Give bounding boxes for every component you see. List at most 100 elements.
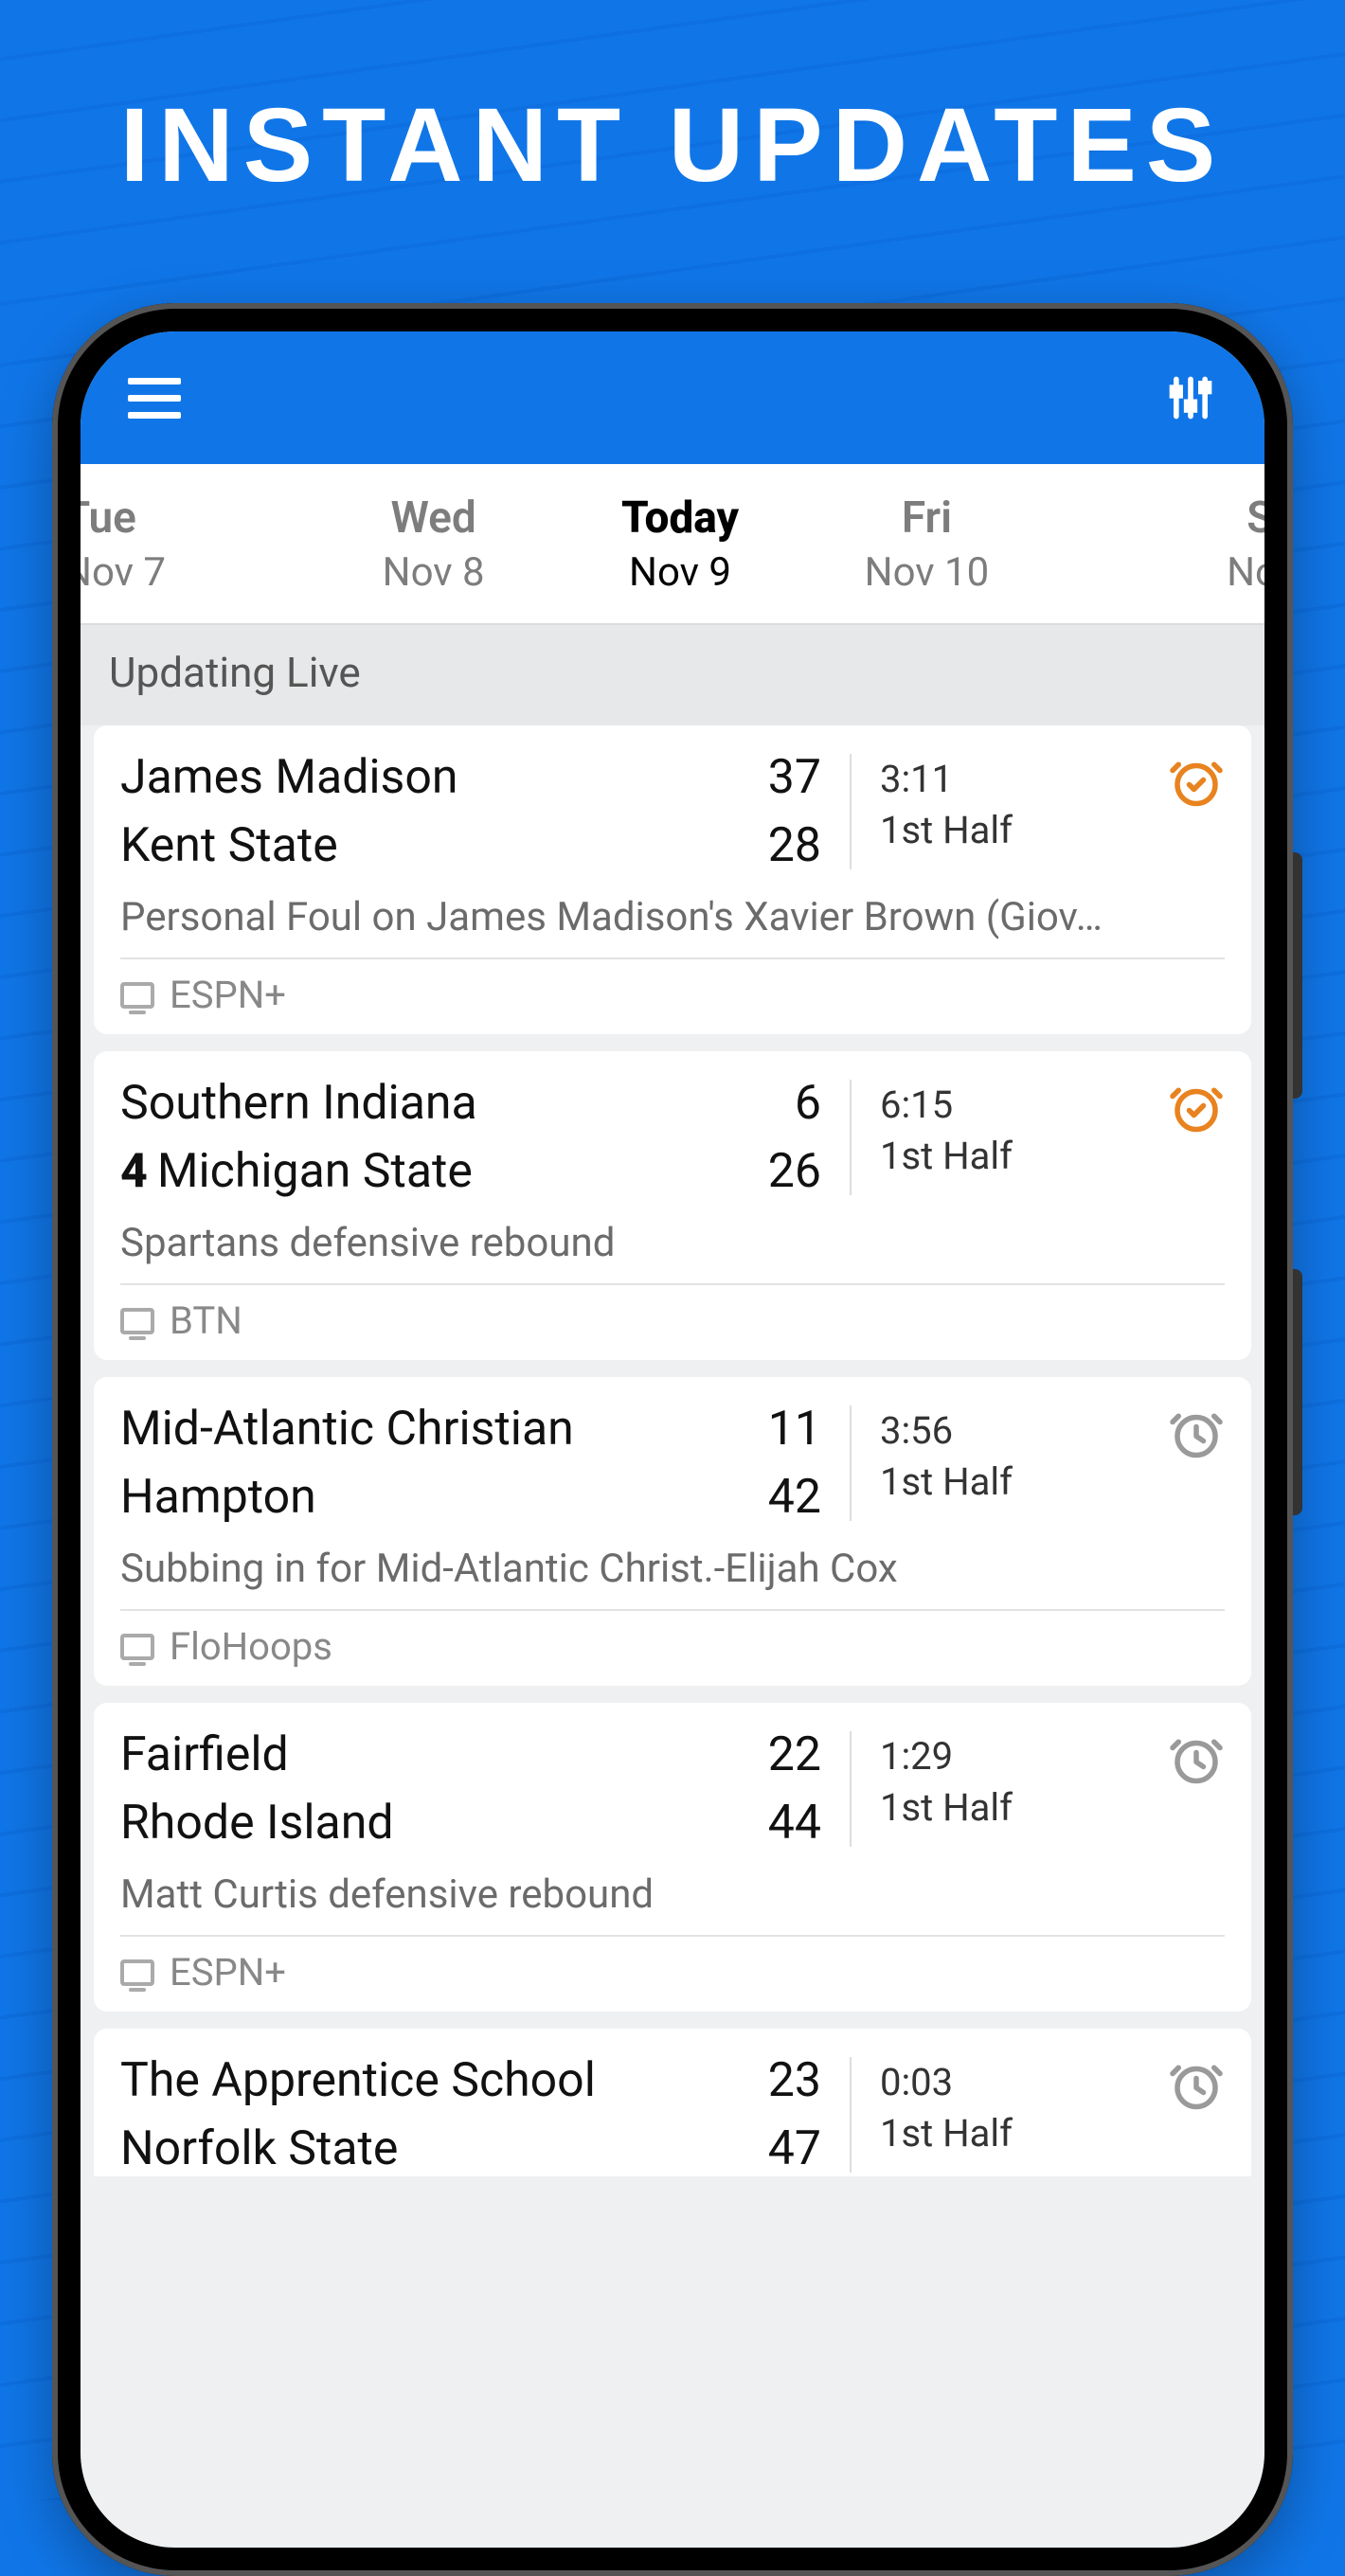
team-score: 28 [768,818,821,873]
play-by-play-text: Subbing in for Mid-Atlantic Christ.-Elij… [120,1546,1225,1592]
network-row: ESPN+ [120,1935,1225,1995]
team-row: James Madison 37 [120,750,821,805]
game-main: Southern Indiana 6 4Michigan State 26 6:… [120,1076,1225,1199]
date-tab[interactable]: Tue Nov 7 [81,464,310,623]
network-label: FloHoops [170,1624,332,1669]
team-row: Southern Indiana 6 [120,1076,821,1131]
teams-column: Southern Indiana 6 4Michigan State 26 [120,1076,821,1199]
team-rank: 4 [120,1144,148,1199]
game-clock: 6:15 1st Half [880,1080,1013,1182]
game-main: Mid-Atlantic Christian 11 Hampton 42 3:5… [120,1402,1225,1525]
date-tab-day: Wed [390,492,475,544]
network-label: ESPN+ [170,1950,286,1995]
game-main: Fairfield 22 Rhode Island 44 1:29 1st Ha… [120,1727,1225,1851]
status-column: 1:29 1st Half [880,1727,1225,1851]
date-tab-day: Sa [1246,492,1264,544]
game-main: The Apprentice School 23 Norfolk State 4… [120,2053,1225,2176]
game-card[interactable]: Mid-Atlantic Christian 11 Hampton 42 3:5… [94,1377,1251,1686]
game-card[interactable]: Southern Indiana 6 4Michigan State 26 6:… [94,1051,1251,1360]
game-clock: 1:29 1st Half [880,1731,1013,1834]
team-row: 4Michigan State 26 [120,1144,821,1199]
network-label: BTN [170,1298,242,1343]
divider [850,1731,852,1847]
promo-title: INSTANT UPDATES [0,0,1345,206]
team-score: 22 [768,1727,821,1782]
team-name: Rhode Island [120,1796,394,1851]
play-by-play-text: Spartans defensive rebound [120,1220,1225,1266]
team-row: Mid-Atlantic Christian 11 [120,1402,821,1457]
team-name: The Apprentice School [120,2053,596,2108]
teams-column: Fairfield 22 Rhode Island 44 [120,1727,821,1851]
filter-icon[interactable] [1164,371,1217,424]
tv-icon [120,1959,154,1986]
team-row: Hampton 42 [120,1470,821,1525]
teams-column: James Madison 37 Kent State 28 [120,750,821,873]
game-clock: 3:11 1st Half [880,754,1013,856]
date-tab-date: Nov 7 [81,549,166,596]
game-card[interactable]: Fairfield 22 Rhode Island 44 1:29 1st Ha… [94,1703,1251,2012]
status-column: 0:03 1st Half [880,2053,1225,2176]
team-name: James Madison [120,750,458,805]
date-tab-day: Tue [81,492,136,544]
date-tabs: Tue Nov 7 Wed Nov 8 TodayNov 9 Fri Nov 10 Sa Nov [81,464,1264,625]
alarm-icon[interactable] [1168,2057,1225,2114]
team-score: 6 [795,1076,821,1131]
alarm-icon[interactable] [1168,1731,1225,1788]
team-score: 42 [768,1470,821,1525]
divider [850,1405,852,1521]
phone-frame: Tue Nov 7 Wed Nov 8 TodayNov 9 Fri Nov 10 Sa Nov… [52,303,1293,2576]
date-tab[interactable]: Fri Nov 10 [803,464,1049,623]
status-column: 3:11 1st Half [880,750,1225,873]
team-name: Norfolk State [120,2121,398,2176]
status-column: 6:15 1st Half [880,1076,1225,1199]
team-row: Rhode Island 44 [120,1796,821,1851]
game-clock: 3:56 1st Half [880,1405,1013,1508]
date-tab-date: Nov 10 [865,549,990,596]
network-row: BTN [120,1283,1225,1343]
team-name: Fairfield [120,1727,289,1782]
app-bar [81,331,1264,464]
team-name: Southern Indiana [120,1076,477,1131]
alarm-icon[interactable] [1168,1405,1225,1462]
divider [850,2057,852,2173]
menu-icon[interactable] [128,371,181,424]
team-score: 37 [768,750,821,805]
phone-side-button [1293,852,1302,1099]
teams-column: Mid-Atlantic Christian 11 Hampton 42 [120,1402,821,1525]
divider [850,1080,852,1195]
alarm-icon[interactable] [1168,1080,1225,1136]
team-score: 23 [768,2053,821,2108]
status-column: 3:56 1st Half [880,1402,1225,1525]
tv-icon [120,982,154,1009]
teams-column: The Apprentice School 23 Norfolk State 4… [120,2053,821,2176]
network-row: ESPN+ [120,957,1225,1017]
phone-screen: Tue Nov 7 Wed Nov 8 TodayNov 9 Fri Nov 10 Sa Nov… [81,331,1264,2548]
live-status-label: Updating Live [81,625,1264,725]
tv-icon [120,1634,154,1660]
game-card[interactable]: James Madison 37 Kent State 28 3:11 1st … [94,725,1251,1034]
date-tab-date: Nov 9 [629,549,731,596]
date-tab-date: Nov 8 [383,549,485,596]
team-name: Kent State [120,818,338,873]
team-score: 44 [768,1796,821,1851]
date-tab-date: Nov [1227,549,1264,596]
divider [850,754,852,869]
date-tab[interactable]: Wed Nov 8 [310,464,556,623]
team-name: Hampton [120,1470,316,1525]
team-score: 26 [768,1144,821,1199]
phone-side-button [1293,1269,1302,1515]
team-row: Norfolk State 47 [120,2121,821,2176]
game-card[interactable]: The Apprentice School 23 Norfolk State 4… [94,2029,1251,2176]
team-row: Fairfield 22 [120,1727,821,1782]
network-label: ESPN+ [170,973,286,1017]
team-name: 4Michigan State [120,1144,473,1199]
alarm-icon[interactable] [1168,754,1225,811]
team-row: Kent State 28 [120,818,821,873]
game-clock: 0:03 1st Half [880,2057,1013,2159]
team-name: Mid-Atlantic Christian [120,1402,574,1457]
date-tab[interactable]: Sa Nov [1050,464,1264,623]
team-row: The Apprentice School 23 [120,2053,821,2108]
date-tab-day: Fri [902,492,952,544]
game-main: James Madison 37 Kent State 28 3:11 1st … [120,750,1225,873]
date-tab[interactable]: TodayNov 9 [557,464,803,623]
